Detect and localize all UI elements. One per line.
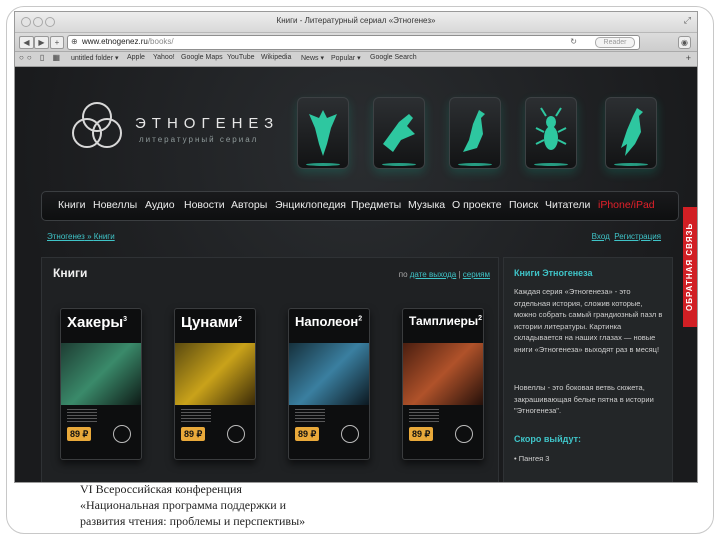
beetle-tile[interactable] bbox=[525, 97, 577, 169]
nav-item-items[interactable]: Предметы bbox=[351, 199, 401, 211]
bookmark-item[interactable]: Yahoo! bbox=[153, 54, 175, 61]
sort-by-series-link[interactable]: сериям bbox=[463, 270, 490, 279]
price-badge: 89 ₽ bbox=[295, 427, 320, 441]
book-title: Тамплиеры2 bbox=[409, 314, 482, 328]
penguin-tile[interactable] bbox=[449, 97, 501, 169]
eagle-tile[interactable] bbox=[297, 97, 349, 169]
bookmark-item[interactable]: Google Search bbox=[370, 54, 417, 61]
bird-tile[interactable] bbox=[373, 97, 425, 169]
emblem-icon bbox=[227, 425, 245, 443]
reload-icon[interactable]: ↻ bbox=[570, 37, 577, 46]
window-title: Книги - Литературный сериал «Этногенез» bbox=[276, 16, 436, 25]
bookmark-item[interactable]: Popular ▾ bbox=[331, 54, 361, 62]
book-cover[interactable]: Хакеры3 89 ₽ bbox=[60, 308, 142, 460]
sidebar-heading: Книги Этногенеза bbox=[514, 268, 593, 278]
raven-tile[interactable] bbox=[605, 97, 657, 169]
nav-item-iphone[interactable]: iPhone/iPad bbox=[598, 199, 655, 211]
browser-toolbar: ◀ ▶ + ⊕ www.etnogenez.ru/books/ ↻ Reader… bbox=[15, 33, 697, 52]
book-artwork bbox=[289, 343, 369, 405]
register-link[interactable]: Регистрация bbox=[614, 232, 661, 241]
book-cover[interactable]: Наполеон2 89 ₽ bbox=[288, 308, 370, 460]
bird-icon bbox=[383, 114, 415, 152]
upcoming-heading: Скоро выйдут: bbox=[514, 434, 581, 444]
bookmark-item[interactable]: Wikipedia bbox=[261, 54, 291, 61]
feedback-tab[interactable]: ОБРАТНАЯ СВЯЗЬ bbox=[683, 207, 697, 327]
login-link[interactable]: Вход bbox=[592, 232, 610, 241]
emblem-icon bbox=[341, 425, 359, 443]
sidebar-text: Каждая серия «Этногенеза» - это отдельна… bbox=[514, 287, 663, 354]
price-badge: 89 ₽ bbox=[67, 427, 92, 441]
address-bar[interactable]: ⊕ www.etnogenez.ru/books/ ↻ Reader bbox=[67, 35, 640, 50]
reading-list-icon[interactable]: ○○ ▯ ▦ bbox=[19, 53, 63, 62]
bookmark-item[interactable]: Google Maps bbox=[181, 54, 223, 61]
book-artwork bbox=[61, 343, 141, 405]
bookmark-item[interactable]: Apple bbox=[127, 54, 145, 61]
stop-icon[interactable]: ◉ bbox=[678, 36, 691, 49]
auth-links: Вход Регистрация bbox=[592, 232, 661, 241]
slide-caption: VI Всероссийская конференция «Национальн… bbox=[80, 482, 306, 528]
emblem-icon bbox=[113, 425, 131, 443]
nav-item-readers[interactable]: Читатели bbox=[545, 199, 590, 211]
breadcrumb-home[interactable]: Этногенез bbox=[47, 232, 85, 241]
browser-window: Книги - Литературный сериал «Этногенез» … bbox=[14, 11, 698, 483]
nav-item-encyclopedia[interactable]: Энциклопедия bbox=[275, 199, 346, 211]
fullscreen-icon[interactable]: ⤢ bbox=[684, 15, 691, 26]
site-subtitle: литературный сериал bbox=[139, 135, 259, 144]
page-title: Книги bbox=[53, 266, 88, 280]
sidebar: Книги Этногенеза Каждая серия «Этногенез… bbox=[503, 257, 673, 482]
url-text[interactable]: www.etnogenez.ru/books/ bbox=[82, 37, 174, 46]
penguin-icon bbox=[463, 110, 485, 152]
web-page: ЭТНОГЕНЕЗ литературный сериал Книги Нове… bbox=[15, 67, 697, 482]
breadcrumb: Этногенез » Книги bbox=[47, 232, 115, 241]
sidebar-text: Новеллы - это боковая ветвь сюжета, закр… bbox=[514, 383, 654, 415]
nav-item-music[interactable]: Музыка bbox=[408, 199, 445, 211]
sort-by-date-link[interactable]: дате выхода bbox=[410, 270, 457, 279]
globe-icon: ⊕ bbox=[71, 37, 78, 46]
sort-options: по дате выхода | сериям bbox=[398, 270, 490, 279]
bookmark-item[interactable]: untitled folder ▾ bbox=[71, 54, 119, 62]
price-badge: 89 ₽ bbox=[181, 427, 206, 441]
eagle-icon bbox=[309, 110, 337, 156]
book-title: Хакеры3 bbox=[67, 314, 128, 331]
back-button[interactable]: ◀ bbox=[19, 36, 34, 49]
beetle-icon bbox=[535, 107, 567, 150]
etnogenez-logo[interactable] bbox=[67, 97, 127, 157]
bookmarks-bar: ○○ ▯ ▦ untitled folder ▾ Apple Yahoo! Go… bbox=[15, 52, 697, 67]
upcoming-item[interactable]: • Пангея 3 bbox=[514, 454, 549, 463]
nav-item-search[interactable]: Поиск bbox=[509, 199, 538, 211]
nav-item-books[interactable]: Книги bbox=[58, 199, 85, 211]
price-badge: 89 ₽ bbox=[409, 427, 434, 441]
nav-item-news[interactable]: Новости bbox=[184, 199, 225, 211]
add-icon[interactable]: + bbox=[686, 53, 691, 63]
book-artwork bbox=[175, 343, 255, 405]
book-title: Цунами2 bbox=[181, 314, 242, 331]
book-cover[interactable]: Тамплиеры2 89 ₽ bbox=[402, 308, 484, 460]
books-panel: Книги по дате выхода | сериям Хакеры3 89… bbox=[41, 257, 499, 482]
book-cover[interactable]: Цунами2 89 ₽ bbox=[174, 308, 256, 460]
nav-item-authors[interactable]: Авторы bbox=[231, 199, 267, 211]
book-title: Наполеон2 bbox=[295, 314, 363, 329]
nav-item-about[interactable]: О проекте bbox=[452, 199, 502, 211]
nav-item-novellas[interactable]: Новеллы bbox=[93, 199, 137, 211]
nav-item-audio[interactable]: Аудио bbox=[145, 199, 175, 211]
add-bookmark-button[interactable]: + bbox=[50, 36, 64, 49]
bookmark-item[interactable]: YouTube bbox=[227, 54, 255, 61]
reader-button[interactable]: Reader bbox=[595, 37, 635, 48]
raven-icon bbox=[621, 108, 643, 156]
book-artwork bbox=[403, 343, 483, 405]
title-bar: Книги - Литературный сериал «Этногенез» … bbox=[15, 12, 697, 33]
site-title: ЭТНОГЕНЕЗ bbox=[135, 115, 280, 132]
breadcrumb-current[interactable]: Книги bbox=[94, 232, 115, 241]
main-nav: Книги Новеллы Аудио Новости Авторы Энцик… bbox=[41, 191, 679, 221]
forward-button[interactable]: ▶ bbox=[34, 36, 49, 49]
bookmark-item[interactable]: News ▾ bbox=[301, 54, 324, 62]
emblem-icon bbox=[455, 425, 473, 443]
